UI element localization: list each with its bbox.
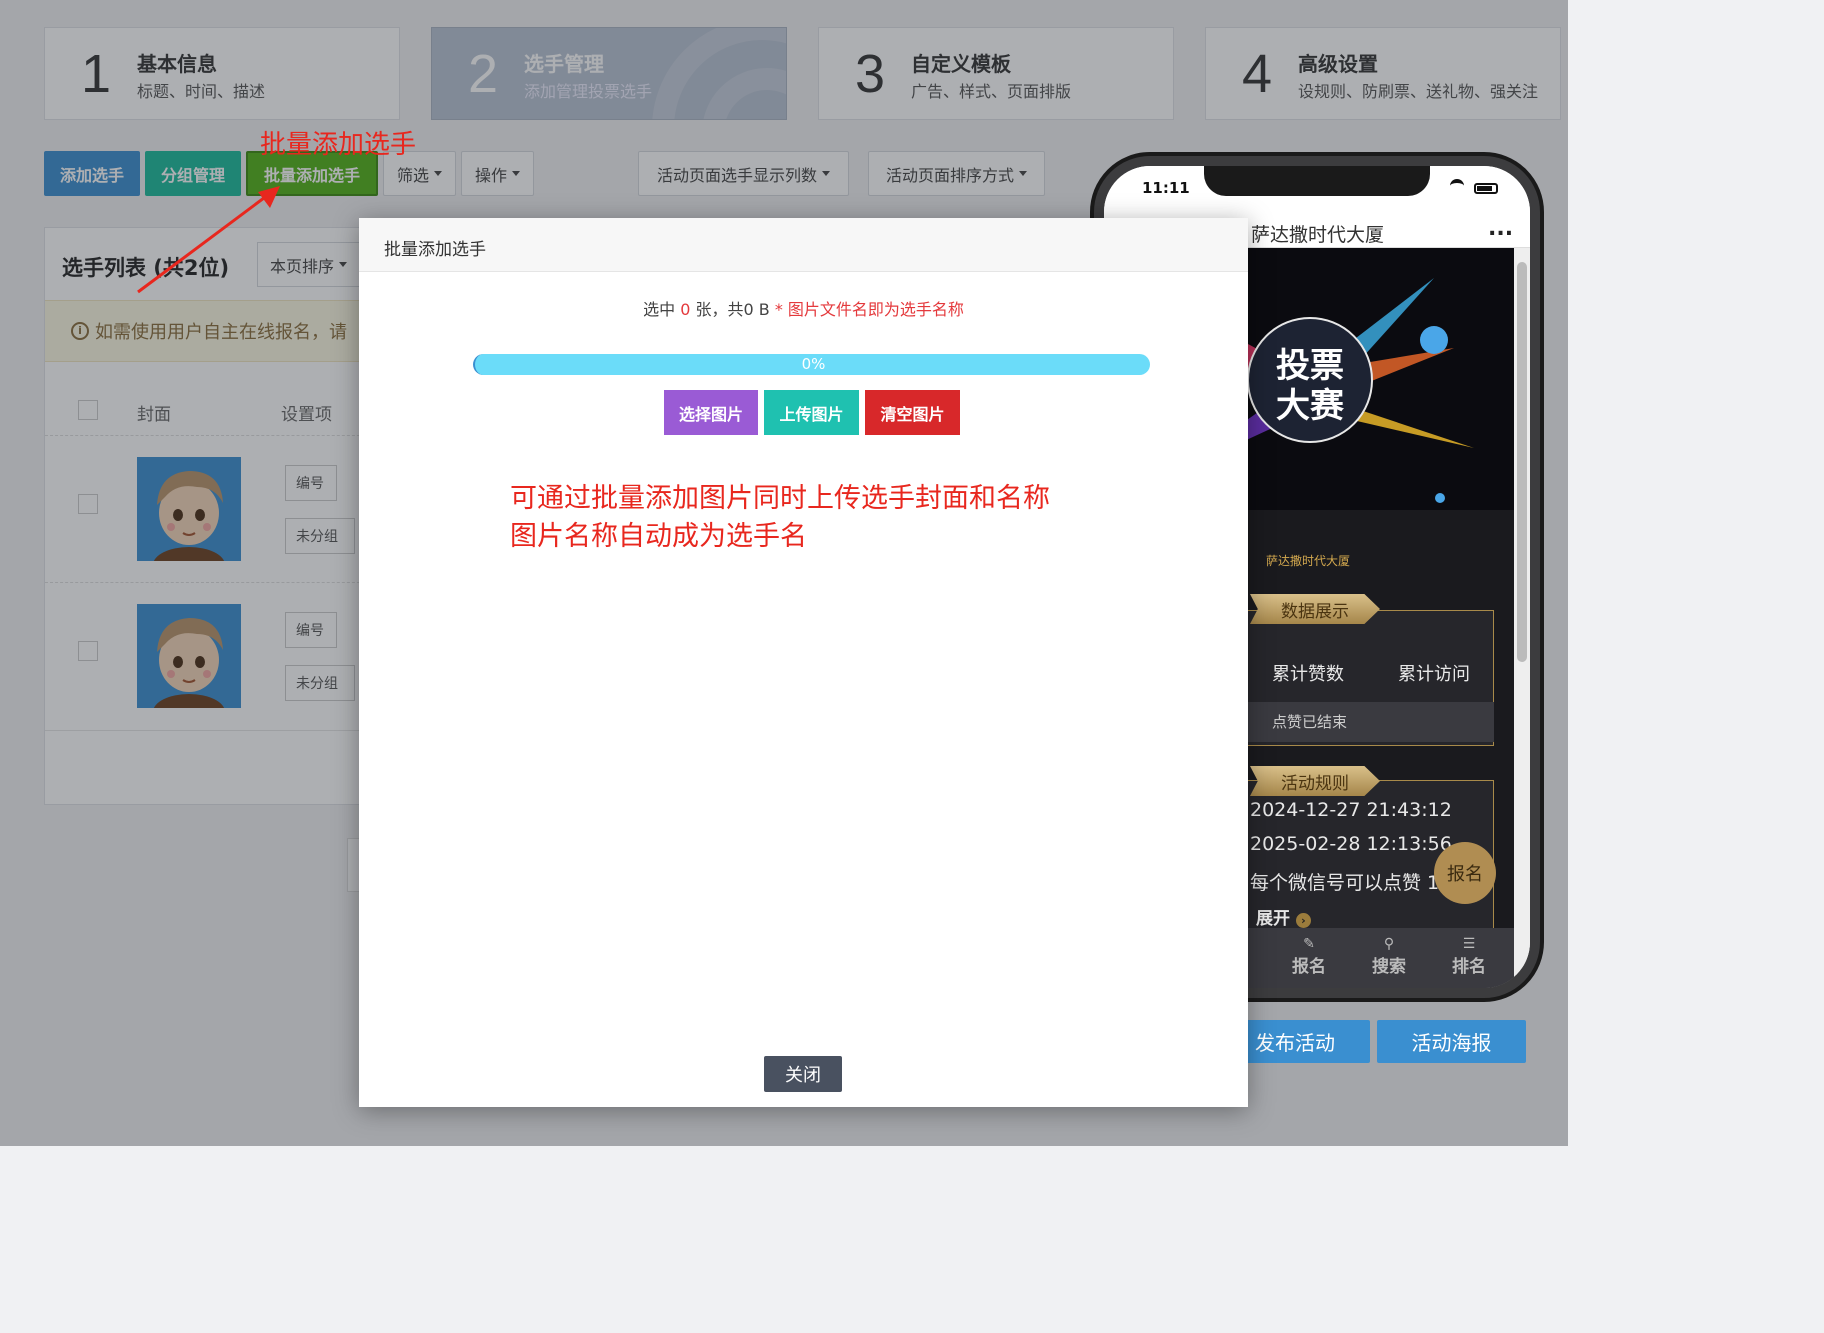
choose-images-label: 选择图片 [678,404,743,424]
nav-rank-label: 排名 [1452,957,1486,977]
close-label: 关闭 [785,1065,821,1086]
chevron-right-icon: › [1295,913,1311,928]
rules-section-label: 活动规则 [1281,773,1349,794]
publish-label: 发布活动 [1255,1031,1335,1055]
data-section-label: 数据展示 [1281,601,1349,622]
notch [1204,166,1430,196]
annotation-line-2: 图片名称自动成为选手名 [510,521,807,552]
vote-rule: 每个微信号可以点赞 1 [1250,872,1440,894]
list-icon: ☰ [1462,936,1476,952]
upload-info: 选中 0 张，共0 B * 图片文件名即为选手名称 [359,296,1248,320]
search-icon: ⚲ [1383,936,1395,952]
close-button[interactable]: 关闭 [764,1056,842,1092]
battery-icon [1474,183,1498,194]
expand-label: 展开 [1256,909,1290,929]
clear-images-label: 清空图片 [880,404,945,424]
more-icon[interactable]: ... [1488,216,1513,241]
activity-poster-button[interactable]: 活动海报 [1377,1020,1526,1063]
upload-images-label: 上传图片 [779,404,844,424]
like-ended-label: 点赞已结束 [1272,713,1348,731]
data-section-header: 数据展示 [1250,594,1380,624]
ended-bar [1214,702,1494,742]
modal-title: 批量添加选手 [384,240,486,260]
stat-likes: 累计赞数 [1272,664,1344,685]
status-time: 11:11 [1142,179,1190,197]
scroll-thumb[interactable] [1517,262,1527,662]
nav-search[interactable]: ⚲ 搜索 [1364,936,1414,977]
venue-name: 萨达撒时代大厦 [1266,554,1351,568]
modal-header [359,218,1248,272]
signup-bubble-label: 报名 [1447,864,1483,885]
clear-images-button[interactable]: 清空图片 [865,390,960,435]
upload-images-button[interactable]: 上传图片 [764,390,859,435]
nav-search-label: 搜索 [1372,957,1406,977]
annotation-line-1: 可通过批量添加图片同时上传选手封面和名称 [510,483,1050,514]
rules-section-header: 活动规则 [1250,766,1380,796]
annotation-text: 可通过批量添加图片同时上传选手封面和名称 图片名称自动成为选手名 [510,480,1050,556]
batch-add-modal: 批量添加选手 选中 0 张，共0 B * 图片文件名即为选手名称 0% 选择图片… [359,218,1248,1107]
annotation-arrow-icon [137,186,280,294]
poster-label: 活动海报 [1411,1031,1492,1055]
stat-visits: 累计访问 [1398,664,1470,685]
selected-count: 0 [680,300,691,319]
nav-signup[interactable]: ✎ 报名 [1284,936,1334,977]
info-prefix: 选中 [643,300,676,319]
annotation-label: 批量添加选手 [260,130,417,160]
end-time: 2025-02-28 12:13:56 [1250,833,1452,855]
start-time: 2024-12-27 21:43:12 [1250,799,1452,821]
expand-link[interactable]: 展开 › [1256,904,1311,929]
scrollbar[interactable] [1514,248,1530,988]
choose-images-button[interactable]: 选择图片 [664,390,758,435]
wifi-icon [1450,179,1464,193]
signup-bubble-button[interactable]: 报名 [1434,842,1496,904]
progress-label: 0% [801,355,826,373]
page-title: 萨达撒时代大厦 [1251,224,1385,246]
info-size: 张，共0 B [695,300,770,319]
edit-icon: ✎ [1303,936,1315,952]
banner-title-line2: 大赛 [1276,386,1344,426]
progress-bar: 0% [473,354,1150,375]
nav-signup-label: 报名 [1292,957,1326,977]
nav-rank[interactable]: ☰ 排名 [1444,936,1494,977]
filename-note: * 图片文件名即为选手名称 [774,300,964,319]
